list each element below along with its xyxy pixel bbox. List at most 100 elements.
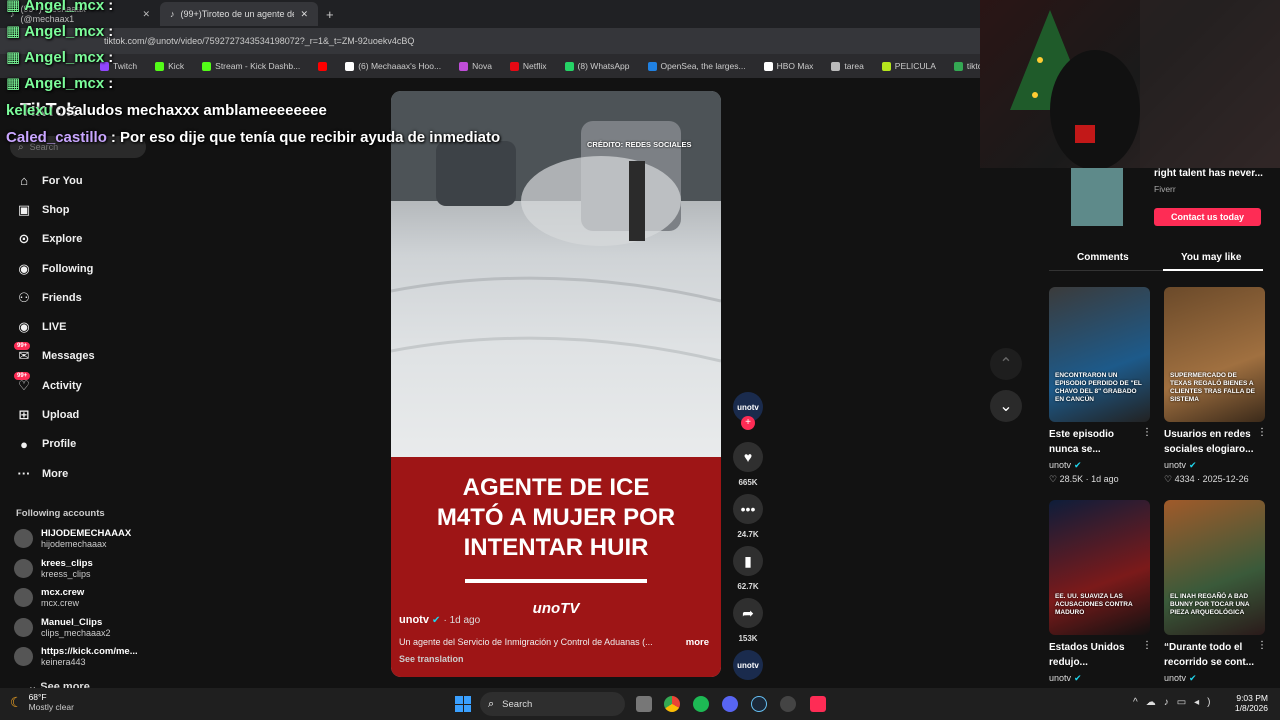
sidebar-item-activity[interactable]: ♡ 99+ Activity — [0, 371, 150, 400]
following-account[interactable]: Manuel_Clips clips_mechaaax2 — [14, 617, 111, 638]
bookmark-item[interactable]: Nova — [459, 61, 492, 71]
new-tab-button[interactable]: + — [326, 7, 334, 22]
tab-you-may-like[interactable]: You may like — [1181, 252, 1241, 263]
bookmark-item[interactable]: tarea — [831, 61, 864, 71]
tire-track — [391, 276, 721, 303]
suggested-video-author[interactable]: unotv ✔ — [1164, 460, 1197, 471]
chat-message: kelexu: saludos mechaxxx amblameeeeeeee — [6, 102, 327, 119]
suggested-video-author[interactable]: unotv ✔ — [1049, 673, 1082, 684]
steam-icon[interactable] — [751, 696, 767, 712]
sidebar-item-messages[interactable]: ✉ 99+ Messages — [0, 342, 150, 371]
bookmark-item[interactable]: OpenSea, the larges... — [647, 61, 746, 71]
more-options-icon[interactable]: ⋮ — [1142, 640, 1152, 651]
video-player[interactable]: CRÉDITO: REDES SOCIALES AGENTE DE ICE M4… — [391, 91, 721, 677]
chrome-icon[interactable] — [664, 696, 680, 712]
sidebar-item-more[interactable]: ··· More — [0, 459, 150, 488]
suggested-video-title[interactable]: Estados Unidos redujo... — [1049, 640, 1141, 670]
bookmark-item[interactable]: HBO Max — [763, 61, 813, 71]
bookmark-item[interactable]: (8) WhatsApp — [564, 61, 630, 71]
previous-video-button[interactable]: ⌃ — [990, 348, 1022, 380]
browser-tab-bar: ♪ (99+) Mechaaax (@mechaax1 ✕ ♪ (99+)Tir… — [0, 0, 980, 28]
discord-icon[interactable] — [722, 696, 738, 712]
bookmark-item[interactable]: Netflix — [509, 61, 547, 71]
sidebar-item-label: Upload — [42, 409, 80, 422]
video-author[interactable]: unotv ✔ · 1d ago — [399, 614, 480, 626]
sidebar-item-friends[interactable]: ⚇ Friends — [0, 283, 150, 312]
share-icon: ➦ — [733, 598, 763, 628]
suggested-video-title[interactable]: “Durante todo el recorrido se cont... — [1164, 640, 1256, 670]
close-icon[interactable]: ✕ — [300, 9, 308, 20]
bookmark-item[interactable]: (6) Mechaaax's Hoo... — [345, 61, 441, 71]
file-explorer-icon[interactable] — [636, 696, 652, 712]
next-video-button[interactable]: ⌄ — [990, 390, 1022, 422]
sidebar-item-explore[interactable]: ⊙ Explore — [0, 225, 150, 254]
bookmark-item[interactable]: Kick — [155, 61, 184, 71]
following-account[interactable]: krees_clips kreess_clips — [14, 558, 93, 579]
heart-outline-icon: ♡ — [1164, 474, 1175, 484]
share-button[interactable]: ➦ 153K — [733, 598, 763, 643]
spotify-icon[interactable] — [693, 696, 709, 712]
tiktok-favicon-icon: ♪ — [170, 9, 175, 19]
sound-avatar[interactable]: unotv — [733, 650, 763, 680]
chat-badge-icon: ▦ — [6, 75, 21, 92]
weather-widget[interactable]: ☾ 68°F Mostly clear — [10, 692, 74, 712]
avatar — [14, 529, 33, 548]
bookmark-item[interactable]: Stream - Kick Dashb... — [202, 61, 300, 71]
address-bar[interactable]: tiktok.com/@unotv/video/7592727343534198… — [0, 28, 980, 54]
sidebar-item-label: LIVE — [42, 321, 67, 334]
taskbar-search[interactable]: ⌕ Search — [480, 692, 625, 716]
following-account[interactable]: https://kick.com/me... keinera443 — [14, 646, 138, 667]
bookmark-item[interactable] — [318, 61, 328, 71]
suggested-video-title[interactable]: Usuarios en redes sociales elogiaro... — [1164, 427, 1256, 457]
sidebar-item-upload[interactable]: ⊞ Upload — [0, 400, 150, 429]
ad-thumbnail[interactable] — [1071, 168, 1123, 226]
suggested-video-author[interactable]: unotv ✔ — [1049, 460, 1082, 471]
chevron-down-icon: ⌄ — [999, 398, 1013, 415]
creator-avatar[interactable]: unotv + — [733, 392, 763, 430]
account-name: krees_clips — [41, 557, 93, 569]
suggested-video-author[interactable]: unotv ✔ — [1164, 673, 1197, 684]
more-options-icon[interactable]: ⋮ — [1257, 640, 1267, 651]
bookmark-favicon-icon — [155, 61, 165, 71]
bookmark-favicon-icon — [881, 61, 891, 71]
sidebar-item-profile[interactable]: ● Profile — [0, 430, 150, 459]
bookmark-item[interactable]: PELICULA — [881, 61, 936, 71]
see-translation-link[interactable]: See translation — [399, 654, 464, 664]
system-tray[interactable]: ^☁♪▭◂) — [1133, 697, 1219, 708]
suggested-video-thumbnail[interactable]: SUPERMERCADO DE TEXAS REGALÓ BIENES A CL… — [1164, 287, 1265, 422]
close-icon[interactable]: ✕ — [142, 9, 150, 20]
sidebar-item-shop[interactable]: ▣ Shop — [0, 195, 150, 224]
account-handle: clips_mechaaax2 — [41, 627, 111, 638]
sidebar-item-for-you[interactable]: ⌂ For You — [0, 166, 150, 195]
suggested-video-thumbnail[interactable]: EE. UU. SUAVIZA LAS ACUSACIONES CONTRA M… — [1049, 500, 1150, 635]
tab-comments[interactable]: Comments — [1077, 252, 1129, 263]
chat-username: Angel_mcx — [24, 75, 105, 92]
account-handle: hijodemechaaax — [41, 539, 107, 549]
suggested-video-thumbnail[interactable]: EL INAH REGAÑÓ A BAD BUNNY POR TOCAR UNA… — [1164, 500, 1265, 635]
follow-plus-icon[interactable]: + — [741, 416, 755, 430]
account-name: Manuel_Clips — [41, 616, 103, 628]
suggested-video-thumbnail[interactable]: ENCONTRARON UN EPISODIO PERDIDO DE "EL C… — [1049, 287, 1150, 422]
suggested-video-stats: ♡ 28.5K · 1d ago — [1049, 474, 1119, 484]
sidebar-item-following[interactable]: ◉ Following — [0, 254, 150, 283]
following-account[interactable]: HIJODEMECHAAAX hijodemechaaax — [14, 528, 131, 549]
suv-left — [436, 141, 516, 206]
more-options-icon[interactable]: ⋮ — [1142, 427, 1152, 438]
clock[interactable]: 9:03 PM 1/8/2026 — [1228, 693, 1268, 713]
sidebar-item-live[interactable]: ◉ LIVE — [0, 312, 150, 341]
suggested-video-title[interactable]: Este episodio nunca se... — [1049, 427, 1141, 457]
comment-button[interactable]: ••• 24.7K — [733, 494, 763, 539]
like-button[interactable]: ♥ 665K — [733, 442, 763, 487]
webcam-scene — [1010, 0, 1280, 170]
app-icon[interactable] — [780, 696, 796, 712]
url-text[interactable]: tiktok.com/@unotv/video/7592727343534198… — [104, 36, 414, 46]
save-button[interactable]: ▮ 62.7K — [733, 546, 763, 591]
start-button[interactable] — [455, 696, 471, 712]
browser-tab-active[interactable]: ♪ (99+)Tiroteo de un agente de I ✕ — [160, 2, 318, 26]
headline-line: INTENTAR HUIR — [463, 534, 649, 561]
more-options-icon[interactable]: ⋮ — [1257, 427, 1267, 438]
following-account[interactable]: mcx.crew mcx.crew — [14, 587, 84, 608]
caption-more-button[interactable]: more — [686, 637, 709, 648]
tiktok-app-icon[interactable] — [810, 696, 826, 712]
contact-us-button[interactable]: Contact us today — [1154, 208, 1261, 226]
